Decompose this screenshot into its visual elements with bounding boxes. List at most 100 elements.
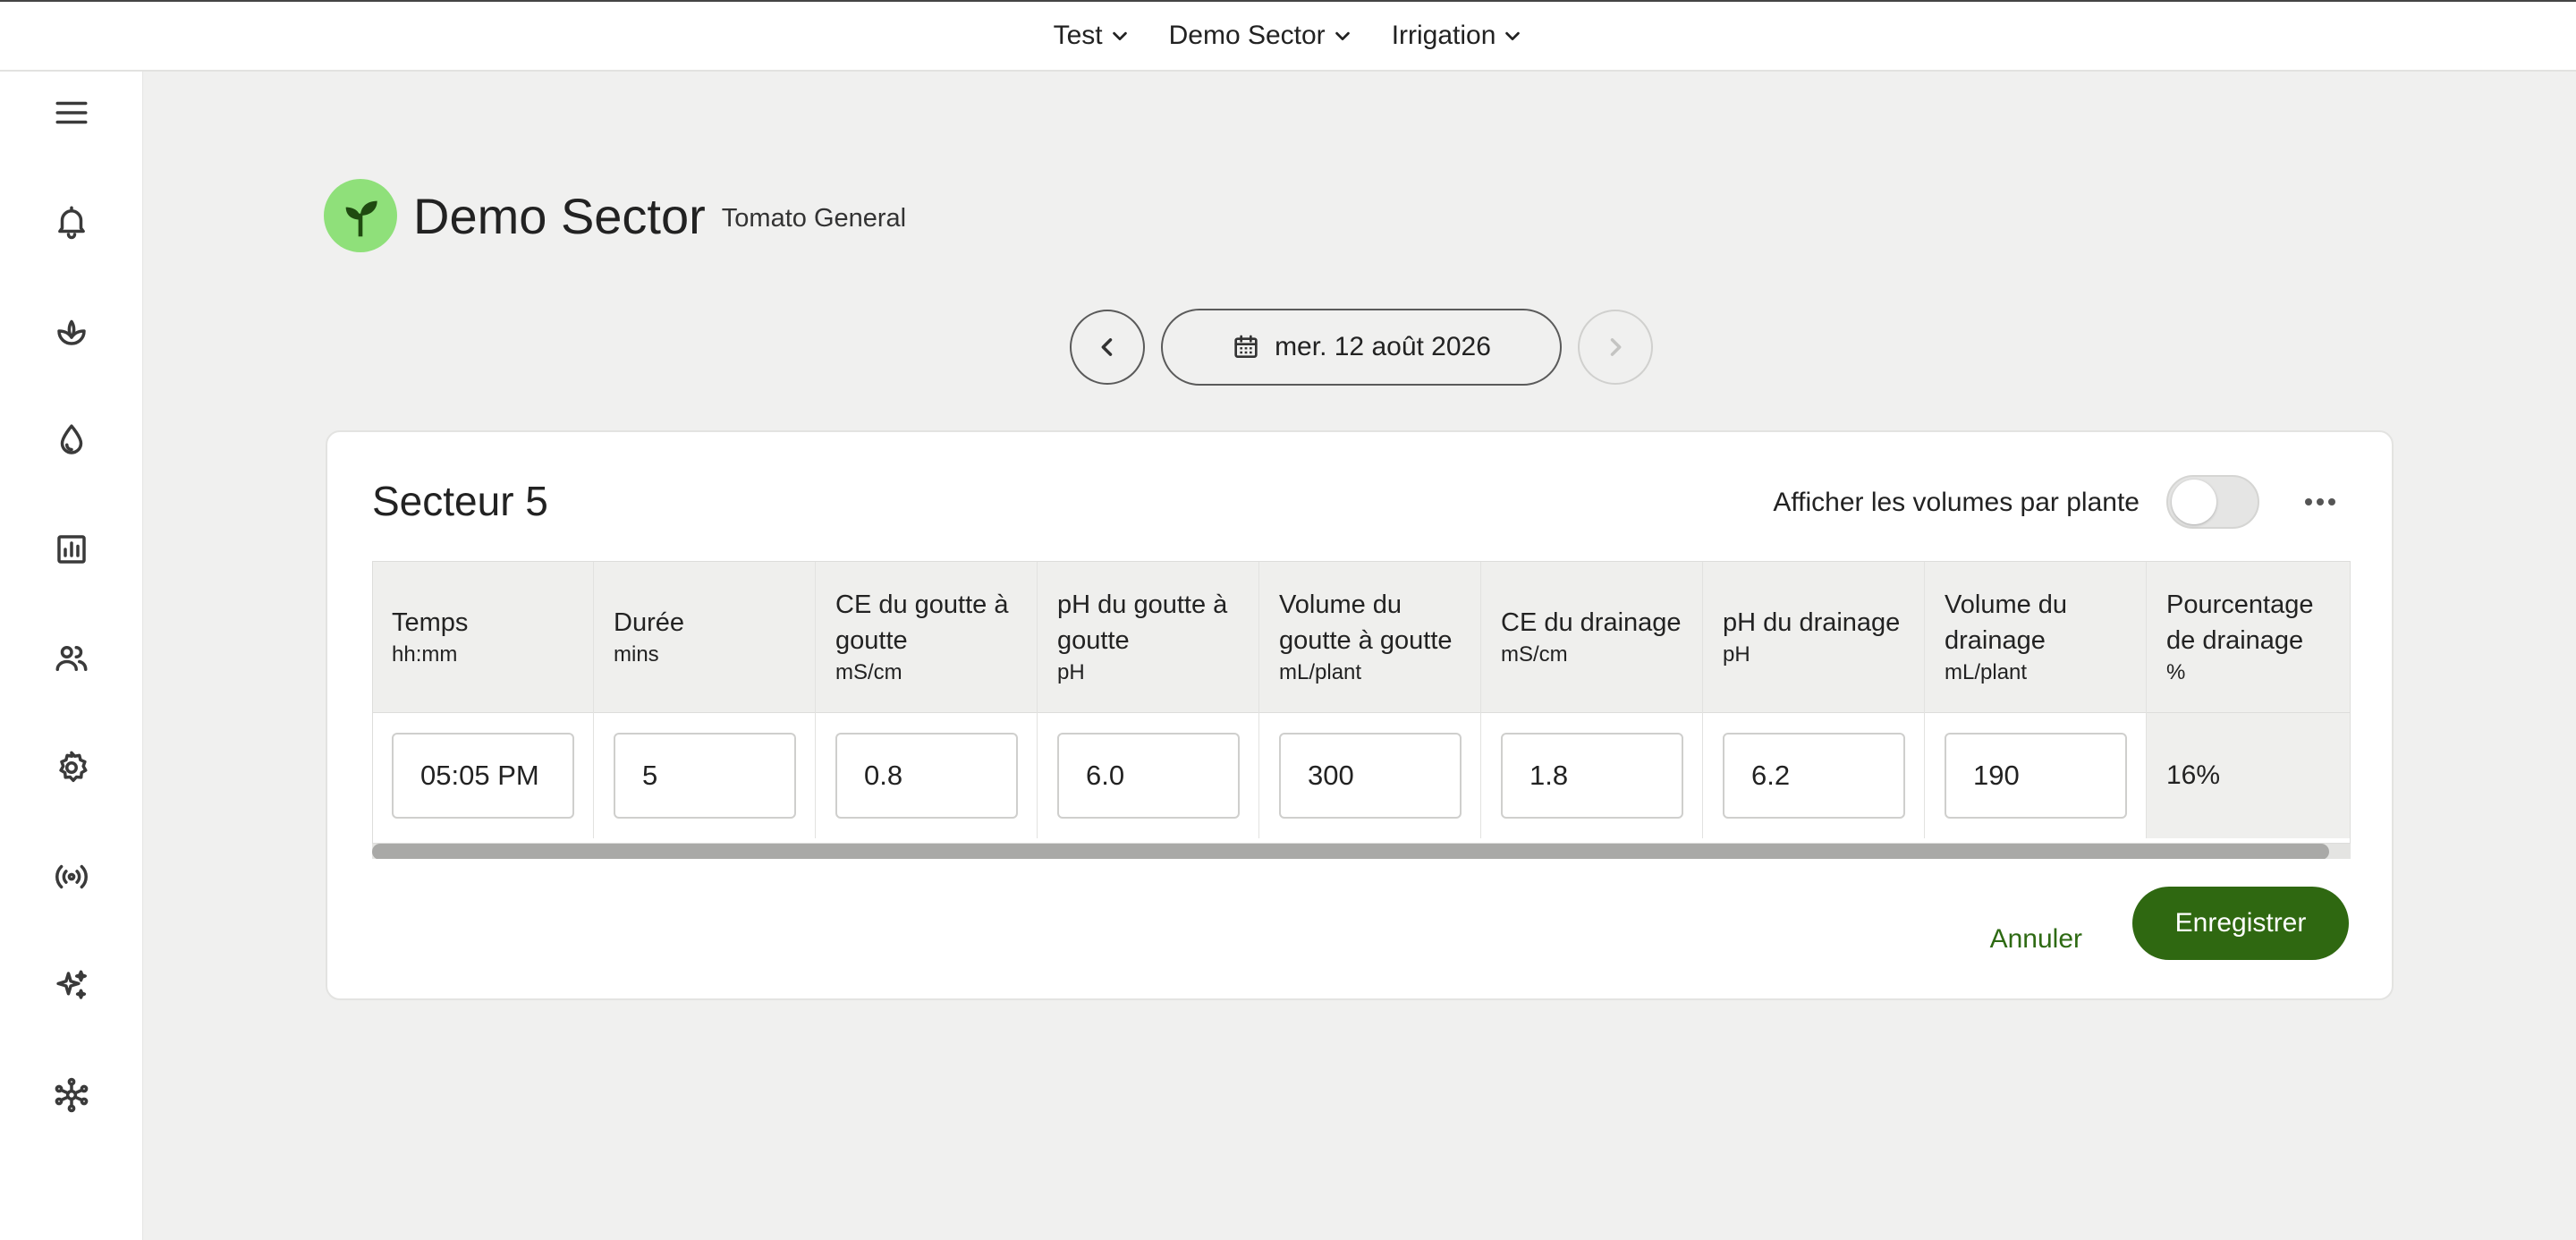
drain-ec-input[interactable] <box>1501 733 1683 819</box>
users-icon <box>55 646 87 671</box>
drip-ph-input[interactable] <box>1057 733 1240 819</box>
sidebar <box>0 72 143 1240</box>
toggle-knob <box>2172 480 2216 524</box>
column-header-label: CE du goutte à goutte <box>835 590 1009 655</box>
more-options-button[interactable] <box>2301 486 2340 518</box>
column-time: Temps hh:mm <box>372 561 594 838</box>
network-icon <box>55 1077 88 1113</box>
more-dot <box>2328 498 2335 505</box>
sidebar-item-settings[interactable] <box>47 743 97 793</box>
avatar <box>324 179 397 252</box>
table-cell <box>1481 713 1702 838</box>
water-drop-icon <box>60 424 82 454</box>
breadcrumb-test[interactable]: Test <box>1054 21 1130 51</box>
sidebar-item-sensors[interactable] <box>47 852 97 902</box>
column-drain-ph: pH du drainage pH <box>1703 561 1925 838</box>
sidebar-item-notifications[interactable] <box>47 197 97 247</box>
seedling-icon <box>345 200 377 237</box>
table-cell <box>1259 713 1480 838</box>
column-header: Volume du drainage mL/plant <box>1925 561 2146 713</box>
page-subtitle: Tomato General <box>721 203 907 233</box>
sparkles-icon <box>55 970 87 999</box>
top-bar: Test Demo Sector Irrigation <box>0 0 2576 72</box>
column-header-unit: mS/cm <box>1501 641 1568 667</box>
sidebar-item-network[interactable] <box>47 1070 97 1120</box>
drip-ec-input[interactable] <box>835 733 1018 819</box>
toggle-label: Afficher les volumes par plante <box>1773 488 2140 517</box>
breadcrumb-irrigation[interactable]: Irrigation <box>1392 21 1523 51</box>
column-header-unit: pH <box>1723 641 1750 667</box>
table-cell <box>1703 713 1924 838</box>
column-header-unit: mL/plant <box>1945 659 2028 684</box>
time-input[interactable] <box>392 733 574 819</box>
column-header-unit: hh:mm <box>392 641 458 667</box>
column-header-label: CE du drainage <box>1501 607 1682 637</box>
volumes-per-plant-toggle[interactable] <box>2166 475 2259 529</box>
table-cell <box>1038 713 1258 838</box>
sidebar-item-ai[interactable] <box>47 961 97 1011</box>
column-header-label: pH du drainage <box>1723 607 1901 637</box>
date-navigation: mer. 12 août 2026 <box>1070 309 1653 386</box>
plant-icon <box>56 319 86 345</box>
chevron-left-icon <box>1101 338 1113 356</box>
irrigation-card: Secteur 5 Afficher les volumes par plant… <box>326 430 2394 1000</box>
column-drain-percent: Pourcentage de drainage % 16% <box>2147 561 2351 838</box>
column-header: pH du drainage pH <box>1703 561 1924 713</box>
breadcrumb-label: Demo Sector <box>1168 21 1326 50</box>
column-header: Pourcentage de drainage % <box>2147 561 2351 713</box>
table-grid: Temps hh:mm Durée mins CE du goutte à <box>372 561 2351 838</box>
irrigation-table: Temps hh:mm Durée mins CE du goutte à <box>372 561 2351 859</box>
page-title: Demo Sector <box>413 187 706 244</box>
column-header: Volume du goutte à goutte mL/plant <box>1259 561 1480 713</box>
breadcrumb-label: Irrigation <box>1391 21 1496 50</box>
column-header: CE du drainage mS/cm <box>1481 561 1702 713</box>
drip-volume-input[interactable] <box>1279 733 1462 819</box>
sidebar-item-plants[interactable] <box>47 306 97 356</box>
column-header-label: Temps <box>392 607 469 637</box>
sidebar-item-irrigation[interactable] <box>47 415 97 465</box>
column-drip-volume: Volume du goutte à goutte mL/plant <box>1259 561 1481 838</box>
table-cell <box>372 713 593 838</box>
column-drain-ec: CE du drainage mS/cm <box>1481 561 1703 838</box>
table-cell <box>1925 713 2146 838</box>
chevron-right-icon <box>1610 338 1622 356</box>
sidebar-item-reports[interactable] <box>47 524 97 574</box>
column-header-unit: % <box>2166 659 2186 684</box>
breadcrumb-sector[interactable]: Demo Sector <box>1169 21 1352 51</box>
table-cell <box>816 713 1037 838</box>
card-title: Secteur 5 <box>372 478 548 524</box>
drain-volume-input[interactable] <box>1945 733 2127 819</box>
column-header: pH du goutte à goutte pH <box>1038 561 1258 713</box>
column-drain-volume: Volume du drainage mL/plant <box>1925 561 2147 838</box>
menu-button[interactable] <box>47 88 97 138</box>
column-header-label: Volume du drainage <box>1945 590 2068 655</box>
column-header-label: Durée <box>614 607 684 637</box>
table-cell <box>594 713 815 838</box>
column-header-unit: mins <box>614 641 659 667</box>
sidebar-item-users[interactable] <box>47 633 97 684</box>
drain-percent-value: 16% <box>2166 760 2221 790</box>
menu-icon <box>55 101 87 124</box>
sector-header: Demo Sector Tomato General <box>324 177 906 254</box>
scrollbar-thumb[interactable] <box>372 844 2329 859</box>
save-button[interactable]: Enregistrer <box>2132 887 2349 960</box>
next-day-button[interactable] <box>1578 310 1653 385</box>
broadcast-icon <box>55 864 88 889</box>
drain-ph-input[interactable] <box>1723 733 1905 819</box>
horizontal-scrollbar[interactable] <box>372 844 2351 859</box>
chevron-down-icon <box>1335 31 1350 41</box>
previous-day-button[interactable] <box>1070 310 1145 385</box>
cancel-button[interactable]: Annuler <box>1990 924 2082 955</box>
column-header-unit: mS/cm <box>835 659 902 684</box>
column-header: CE du goutte à goutte mS/cm <box>816 561 1037 713</box>
date-picker-button[interactable]: mer. 12 août 2026 <box>1161 309 1562 386</box>
column-header-unit: pH <box>1057 659 1085 684</box>
chart-icon <box>56 535 86 564</box>
column-header: Temps hh:mm <box>372 561 593 713</box>
duration-input[interactable] <box>614 733 796 819</box>
column-header-unit: mL/plant <box>1279 659 1362 684</box>
breadcrumb-label: Test <box>1053 21 1103 50</box>
more-dot <box>2317 498 2324 505</box>
column-duration: Durée mins <box>594 561 816 838</box>
column-header-label: Volume du goutte à goutte <box>1279 590 1453 655</box>
